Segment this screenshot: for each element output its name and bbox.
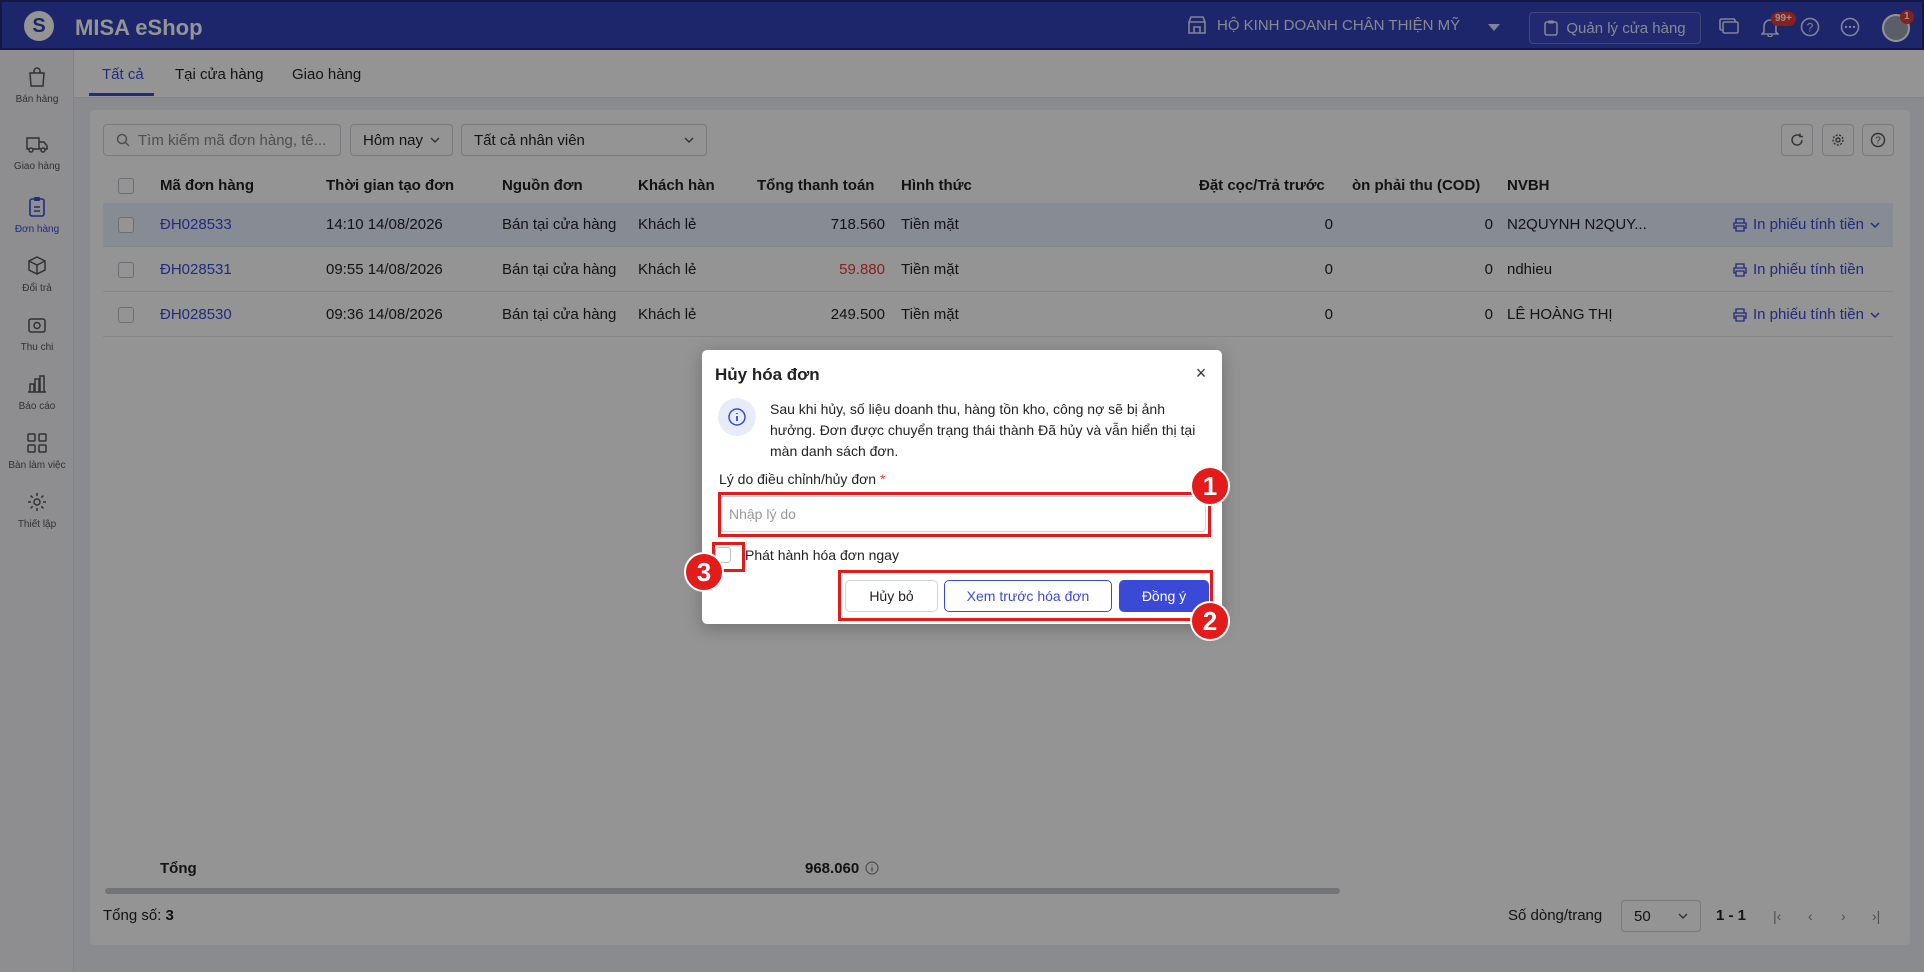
- annotation-marker-1: 1: [1190, 466, 1230, 506]
- required-mark: *: [879, 471, 886, 487]
- close-icon[interactable]: ×: [1192, 364, 1210, 382]
- reason-label-text: Lý do điều chỉnh/hủy đơn: [719, 471, 877, 487]
- annotation-marker-3: 3: [684, 552, 724, 592]
- annotation-box-buttons: [838, 570, 1213, 621]
- reason-field-label: Lý do điều chỉnh/hủy đơn *: [719, 471, 885, 487]
- info-icon: [718, 398, 756, 436]
- annotation-marker-2: 2: [1190, 601, 1230, 641]
- issue-invoice-label: Phát hành hóa đơn ngay: [745, 547, 899, 563]
- annotation-box-reason: [718, 492, 1211, 537]
- dialog-warning-text: Sau khi hủy, số liệu doanh thu, hàng tồn…: [770, 401, 1196, 459]
- dialog-title: Hủy hóa đơn: [715, 365, 820, 384]
